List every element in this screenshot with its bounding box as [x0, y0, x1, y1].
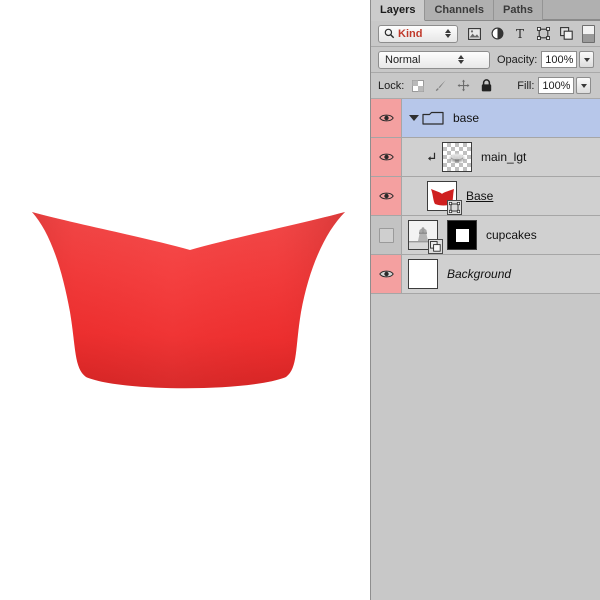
- filter-kind-stepper[interactable]: [441, 29, 454, 38]
- adjustment-filter-icon[interactable]: [490, 27, 504, 41]
- blend-mode-select[interactable]: Normal: [378, 51, 490, 69]
- vector-shape-badge: [447, 200, 462, 215]
- filter-enable-switch[interactable]: [582, 25, 595, 43]
- blend-opacity-row: Normal Opacity: 100%: [371, 47, 600, 73]
- lock-label: Lock:: [378, 80, 404, 92]
- fill-input[interactable]: 100%: [538, 77, 574, 94]
- lock-transparent-pixels-icon[interactable]: [411, 79, 424, 92]
- table-row[interactable]: Base: [371, 177, 600, 216]
- table-row[interactable]: cupcakes: [371, 216, 600, 255]
- layer-thumbnail[interactable]: [408, 220, 438, 250]
- pixel-filter-icon[interactable]: [467, 27, 481, 41]
- tab-channels[interactable]: Channels: [425, 0, 494, 20]
- panel-tabbar: Layers Channels Paths: [371, 0, 600, 21]
- table-row[interactable]: Background: [371, 255, 600, 294]
- fill-dropdown-button[interactable]: [576, 77, 591, 94]
- layer-name[interactable]: cupcakes: [486, 228, 537, 242]
- smartobject-filter-icon[interactable]: [559, 27, 573, 41]
- layer-name[interactable]: main_lgt: [481, 150, 526, 164]
- eye-icon: [379, 113, 394, 123]
- opacity-dropdown-button[interactable]: [579, 51, 594, 68]
- eye-icon: [379, 269, 394, 279]
- layer-name[interactable]: Base: [466, 189, 493, 203]
- group-disclosure-triangle[interactable]: [408, 115, 420, 121]
- layer-thumbnail[interactable]: [427, 181, 457, 211]
- layer-mask-thumbnail[interactable]: [447, 220, 477, 250]
- blend-mode-value: Normal: [385, 54, 436, 66]
- filter-kind-select[interactable]: Kind: [378, 25, 458, 43]
- lock-all-icon[interactable]: [480, 79, 493, 92]
- tab-paths[interactable]: Paths: [494, 0, 543, 20]
- table-row[interactable]: base: [371, 99, 600, 138]
- layer-thumbnail[interactable]: [442, 142, 472, 172]
- eye-icon: [379, 191, 394, 201]
- layer-visibility-toggle[interactable]: [371, 216, 402, 254]
- eye-icon: [379, 152, 394, 162]
- mask-white-area: [456, 229, 469, 242]
- clipping-mask-arrow-icon: [426, 152, 438, 163]
- lock-icon-group: [411, 79, 493, 92]
- folder-icon: [422, 110, 444, 126]
- filter-kind-label: Kind: [398, 28, 441, 40]
- type-filter-icon[interactable]: T: [513, 27, 527, 41]
- layer-visibility-toggle[interactable]: [371, 138, 402, 176]
- lock-position-icon[interactable]: [457, 79, 470, 92]
- eye-off-icon: [379, 228, 394, 243]
- layers-list: base: [371, 99, 600, 294]
- cupcake-base-shape: [0, 0, 370, 600]
- tabbar-filler: [543, 0, 600, 20]
- lock-image-pixels-icon[interactable]: [434, 79, 447, 92]
- table-row[interactable]: main_lgt: [371, 138, 600, 177]
- tab-layers[interactable]: Layers: [371, 0, 425, 21]
- blend-mode-stepper[interactable]: [436, 55, 487, 64]
- layers-panel: Layers Channels Paths Kind: [370, 0, 600, 600]
- shape-filter-icon[interactable]: [536, 27, 550, 41]
- layer-thumbnail[interactable]: [408, 259, 438, 289]
- layer-filter-row: Kind: [371, 21, 600, 47]
- layer-visibility-toggle[interactable]: [371, 177, 402, 215]
- smart-object-badge: [428, 239, 443, 254]
- svg-text:T: T: [516, 27, 524, 40]
- search-icon: [384, 28, 395, 39]
- document-canvas[interactable]: [0, 0, 370, 600]
- layer-name[interactable]: Background: [447, 267, 511, 281]
- photoshop-window: Layers Channels Paths Kind: [0, 0, 600, 600]
- opacity-input[interactable]: 100%: [541, 51, 577, 68]
- layers-panel-empty-area: [371, 298, 600, 600]
- layer-visibility-toggle[interactable]: [371, 255, 402, 293]
- lock-fill-row: Lock:: [371, 73, 600, 99]
- layer-visibility-toggle[interactable]: [371, 99, 402, 137]
- filter-icon-group: T: [467, 27, 573, 41]
- fill-label: Fill:: [517, 80, 534, 92]
- opacity-label: Opacity:: [497, 54, 537, 66]
- layer-name[interactable]: base: [453, 111, 479, 125]
